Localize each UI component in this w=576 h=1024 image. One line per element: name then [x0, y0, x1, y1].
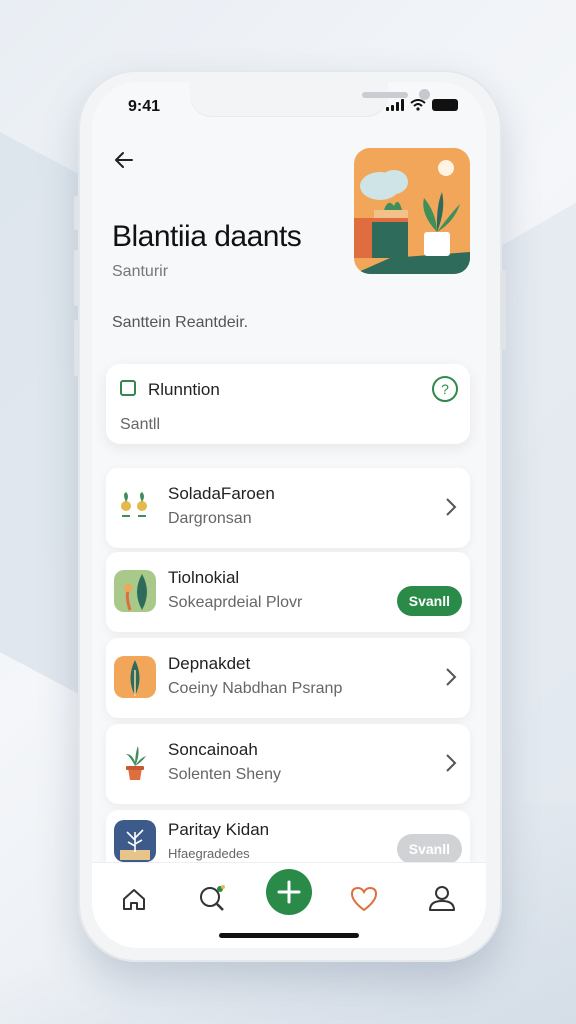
item-title: Tiolnokial — [168, 568, 240, 587]
search-icon[interactable] — [190, 877, 234, 921]
item-subtitle: Hfaegradedes — [168, 846, 250, 861]
leaf-plant-icon — [114, 570, 156, 612]
status-time: 9:41 — [128, 98, 161, 115]
item-subtitle: Sokeaprdeial Plovr — [168, 594, 303, 611]
app-screen: 9:41 Blantiia daants Santurir Santtein R… — [92, 82, 486, 948]
tab-bar — [92, 862, 486, 948]
item-subtitle: Solenten Sheny — [168, 766, 281, 783]
item-subtitle: Coeiny Nabdhan Psranp — [168, 680, 343, 697]
page-title: Blantiia daants — [112, 220, 302, 253]
side-button — [74, 320, 79, 376]
sprouts-icon — [114, 486, 156, 528]
potted-plant-icon — [114, 742, 156, 784]
chevron-right-icon — [446, 754, 457, 772]
list-item[interactable]: Depnakdet Coeiny Nabdhan Psranp — [106, 638, 470, 718]
item-subtitle: Dargronsan — [168, 510, 252, 527]
tall-plant-icon — [114, 656, 156, 698]
signal-icon — [386, 99, 404, 111]
profile-icon[interactable] — [420, 877, 464, 921]
page-subtitle: Santurir — [112, 263, 169, 280]
summary-subtitle: Santll — [120, 416, 161, 433]
add-button[interactable] — [266, 869, 312, 915]
add-icon — [277, 880, 301, 904]
chevron-right-icon — [446, 668, 457, 686]
summary-card[interactable]: Rlunntion Santll ? — [106, 364, 470, 444]
item-title: Paritay Kidan — [168, 820, 270, 839]
back-arrow-icon[interactable] — [112, 148, 136, 172]
home-icon[interactable] — [112, 877, 156, 921]
check-icon — [120, 380, 136, 396]
status-icons — [386, 99, 458, 111]
wifi-icon — [410, 99, 426, 111]
action-pill-button[interactable]: Svanll — [396, 586, 462, 616]
list-item[interactable]: SoladaFaroen Dargronsan — [106, 468, 470, 548]
list-item[interactable]: Tiolnokial Sokeaprdeial Plovr Svanll — [106, 552, 470, 632]
info-icon[interactable]: ? — [432, 376, 458, 402]
item-title: Soncainoah — [168, 740, 258, 759]
item-title: SoladaFaroen — [168, 484, 275, 503]
battery-icon — [432, 99, 458, 111]
action-pill-button[interactable]: Svanll — [396, 834, 462, 864]
plant-illustration — [354, 148, 470, 274]
notch — [190, 82, 430, 116]
page-description: Santtein Reantdeir. — [112, 314, 249, 331]
heart-icon[interactable] — [342, 877, 386, 921]
home-indicator — [219, 933, 359, 938]
item-title: Depnakdet — [168, 654, 251, 673]
chevron-right-icon — [446, 498, 457, 516]
tree-icon — [114, 820, 156, 862]
summary-title: Rlunntion — [148, 380, 220, 399]
list-item[interactable]: Soncainoah Solenten Sheny — [106, 724, 470, 804]
side-button — [74, 196, 79, 230]
side-button — [74, 250, 79, 306]
speaker — [362, 92, 408, 98]
side-button — [501, 270, 506, 350]
